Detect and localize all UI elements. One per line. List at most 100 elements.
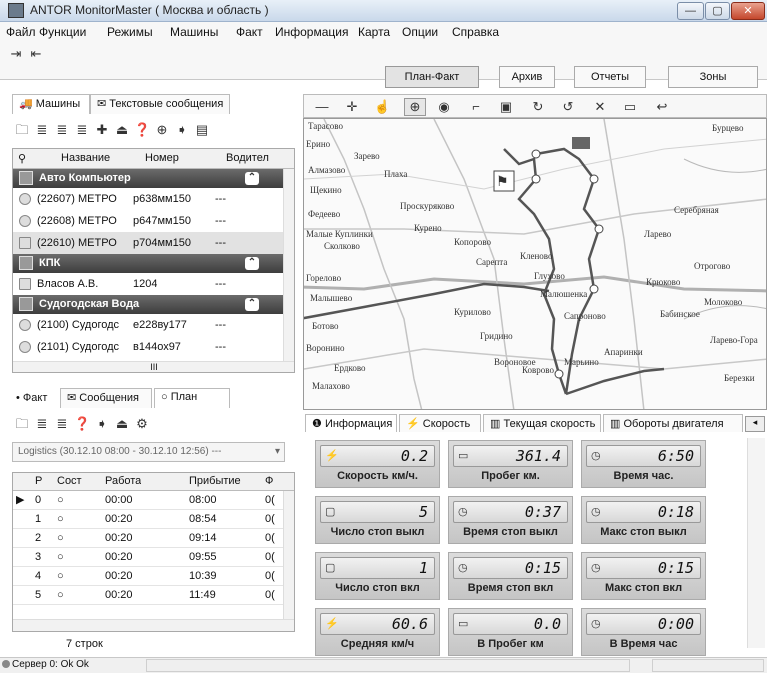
- group-header[interactable]: Судогодская Вода ⌃: [13, 295, 283, 314]
- plan-row[interactable]: ▶ 0 ○ 00:00 08:00 0(: [13, 491, 294, 510]
- plan-row[interactable]: 2 ○ 00:20 09:14 0(: [13, 529, 294, 548]
- route-point[interactable]: [594, 224, 604, 234]
- tab-reports[interactable]: Отчеты: [574, 66, 646, 88]
- route-select[interactable]: Logistics (30.12.10 08:00 - 30.12.10 12:…: [12, 442, 285, 462]
- menu-functions[interactable]: Функции: [39, 25, 86, 39]
- vertical-scrollbar[interactable]: [283, 169, 294, 362]
- menu-options[interactable]: Опции: [402, 25, 438, 39]
- pan-icon[interactable]: ✛: [344, 99, 360, 115]
- info-scrollbar[interactable]: [747, 438, 765, 648]
- help-icon[interactable]: ❓: [134, 122, 150, 138]
- vehicle-row[interactable]: (22607) МЕТРО р638мм150 ---: [13, 188, 283, 210]
- tab-engine-rpm[interactable]: ▥ Обороты двигателя: [603, 414, 743, 434]
- plan-horizontal-scrollbar[interactable]: [13, 619, 294, 631]
- horizontal-scrollbar[interactable]: III: [13, 361, 294, 372]
- tab-plan[interactable]: ○ План: [154, 388, 230, 408]
- col-state[interactable]: Сост: [57, 475, 82, 487]
- list-icon[interactable]: ≣: [34, 122, 50, 138]
- tab-archive[interactable]: Архив: [499, 66, 555, 88]
- send-icon[interactable]: ➧: [174, 122, 190, 138]
- tabs-scroll-icon[interactable]: ◂: [745, 416, 765, 432]
- vehicle-row[interactable]: (22610) МЕТРО р704мм150 ---: [13, 232, 283, 254]
- list3-icon[interactable]: ≣: [74, 122, 90, 138]
- globe-icon[interactable]: ◉: [436, 99, 452, 115]
- menu-information[interactable]: Информация: [275, 25, 348, 39]
- collapse-icon[interactable]: ⌃: [245, 257, 259, 270]
- logout-icon[interactable]: ⇤: [28, 46, 44, 62]
- hand-icon[interactable]: ☝: [374, 99, 390, 115]
- close-button[interactable]: ✕: [731, 2, 765, 20]
- maximize-button[interactable]: ▢: [705, 2, 730, 20]
- route-point[interactable]: [589, 284, 599, 294]
- upload-icon[interactable]: ⏏: [114, 416, 130, 432]
- map-view[interactable]: ⚑ Тарасово Ерино Алмазово Щекино Федеево Малы…: [303, 118, 767, 410]
- route-point[interactable]: [554, 369, 564, 379]
- tab-speed[interactable]: ⚡ Скорость: [399, 414, 481, 434]
- clear-icon[interactable]: ✕: [592, 99, 608, 115]
- login-icon[interactable]: ⇥: [8, 46, 24, 62]
- zoom-in-icon[interactable]: ⊕: [404, 98, 426, 116]
- col-driver[interactable]: Водител: [226, 152, 286, 164]
- rotate-icon[interactable]: ↻: [530, 99, 546, 115]
- menu-map[interactable]: Карта: [358, 25, 390, 39]
- collapse-icon[interactable]: ⌃: [245, 298, 259, 311]
- card-icon[interactable]: ▤: [194, 122, 210, 138]
- menu-modes[interactable]: Режимы: [107, 25, 153, 39]
- menu-help[interactable]: Справка: [452, 25, 499, 39]
- folder-icon[interactable]: 🗀: [14, 416, 30, 432]
- tab-plan-fact[interactable]: План-Факт: [385, 66, 479, 88]
- help-icon[interactable]: ❓: [74, 416, 90, 432]
- group-header[interactable]: КПК ⌃: [13, 254, 283, 273]
- zoom-out-icon[interactable]: —: [314, 99, 330, 115]
- minimize-button[interactable]: —: [677, 2, 704, 20]
- plan-row[interactable]: 4 ○ 00:20 10:39 0(: [13, 567, 294, 586]
- tab-zones[interactable]: Зоны: [668, 66, 758, 88]
- collapse-icon[interactable]: ⌃: [245, 172, 259, 185]
- col-name[interactable]: Название: [61, 152, 110, 164]
- col-number[interactable]: Номер: [145, 152, 179, 164]
- tab-current-speed[interactable]: ▥ Текущая скорость: [483, 414, 601, 434]
- list2-icon[interactable]: ≣: [54, 416, 70, 432]
- plan-row[interactable]: 5 ○ 00:20 11:49 0(: [13, 586, 294, 605]
- target-icon[interactable]: ⊕: [154, 122, 170, 138]
- settings-icon[interactable]: ⚙: [134, 416, 150, 432]
- truck-marker-icon[interactable]: [572, 137, 590, 149]
- binoculars-icon[interactable]: ⚲: [18, 152, 26, 165]
- col-work[interactable]: Работа: [105, 475, 141, 487]
- menu-file[interactable]: Файл: [6, 25, 36, 39]
- route-point[interactable]: [531, 149, 541, 159]
- route-icon[interactable]: ↺: [560, 99, 576, 115]
- corner-icon[interactable]: ⌐: [468, 99, 484, 115]
- plan-row[interactable]: 3 ○ 00:20 09:55 0(: [13, 548, 294, 567]
- route-point[interactable]: [531, 174, 541, 184]
- add-vehicle-icon[interactable]: ✚: [94, 122, 110, 138]
- group-header[interactable]: Авто Компьютер ⌃: [13, 169, 283, 188]
- menu-fact[interactable]: Факт: [236, 25, 263, 39]
- tab-fact[interactable]: • Факт: [16, 392, 47, 404]
- plan-vertical-scrollbar[interactable]: [283, 491, 294, 619]
- row-selector[interactable]: ▶: [16, 491, 30, 510]
- ruler-icon[interactable]: ▭: [622, 99, 638, 115]
- tab-vehicles[interactable]: 🚚 Машины: [12, 94, 90, 114]
- vehicle-row[interactable]: (22608) МЕТРО р647мм150 ---: [13, 210, 283, 232]
- map-canvas[interactable]: ⚑ Тарасово Ерино Алмазово Щекино Федеево Малы…: [304, 119, 767, 410]
- edit-icon[interactable]: ▣: [498, 99, 514, 115]
- col-f[interactable]: Ф: [265, 475, 273, 487]
- plan-row[interactable]: 1 ○ 00:20 08:54 0(: [13, 510, 294, 529]
- vehicle-row[interactable]: (2101) Судогодс в144ох97 ---: [13, 336, 283, 358]
- tab-text-messages[interactable]: ✉ Текстовые сообщения: [90, 94, 230, 114]
- list2-icon[interactable]: ≣: [54, 122, 70, 138]
- back-icon[interactable]: ↩: [654, 99, 670, 115]
- vehicle-row[interactable]: (2100) Судогодс е228ву177 ---: [13, 314, 283, 336]
- route-point[interactable]: [589, 174, 599, 184]
- tab-messages[interactable]: ✉ Сообщения: [60, 388, 152, 408]
- folder-icon[interactable]: 🗀: [14, 122, 30, 138]
- tab-information[interactable]: ❶ Информация: [305, 414, 397, 434]
- vehicle-row[interactable]: Власов А.В. 1204 ---: [13, 273, 283, 295]
- list-icon[interactable]: ≣: [34, 416, 50, 432]
- col-p[interactable]: Р: [35, 475, 42, 487]
- send-icon[interactable]: ➧: [94, 416, 110, 432]
- menu-vehicles[interactable]: Машины: [170, 25, 218, 39]
- upload-icon[interactable]: ⏏: [114, 122, 130, 138]
- col-arrival[interactable]: Прибытие: [189, 475, 241, 487]
